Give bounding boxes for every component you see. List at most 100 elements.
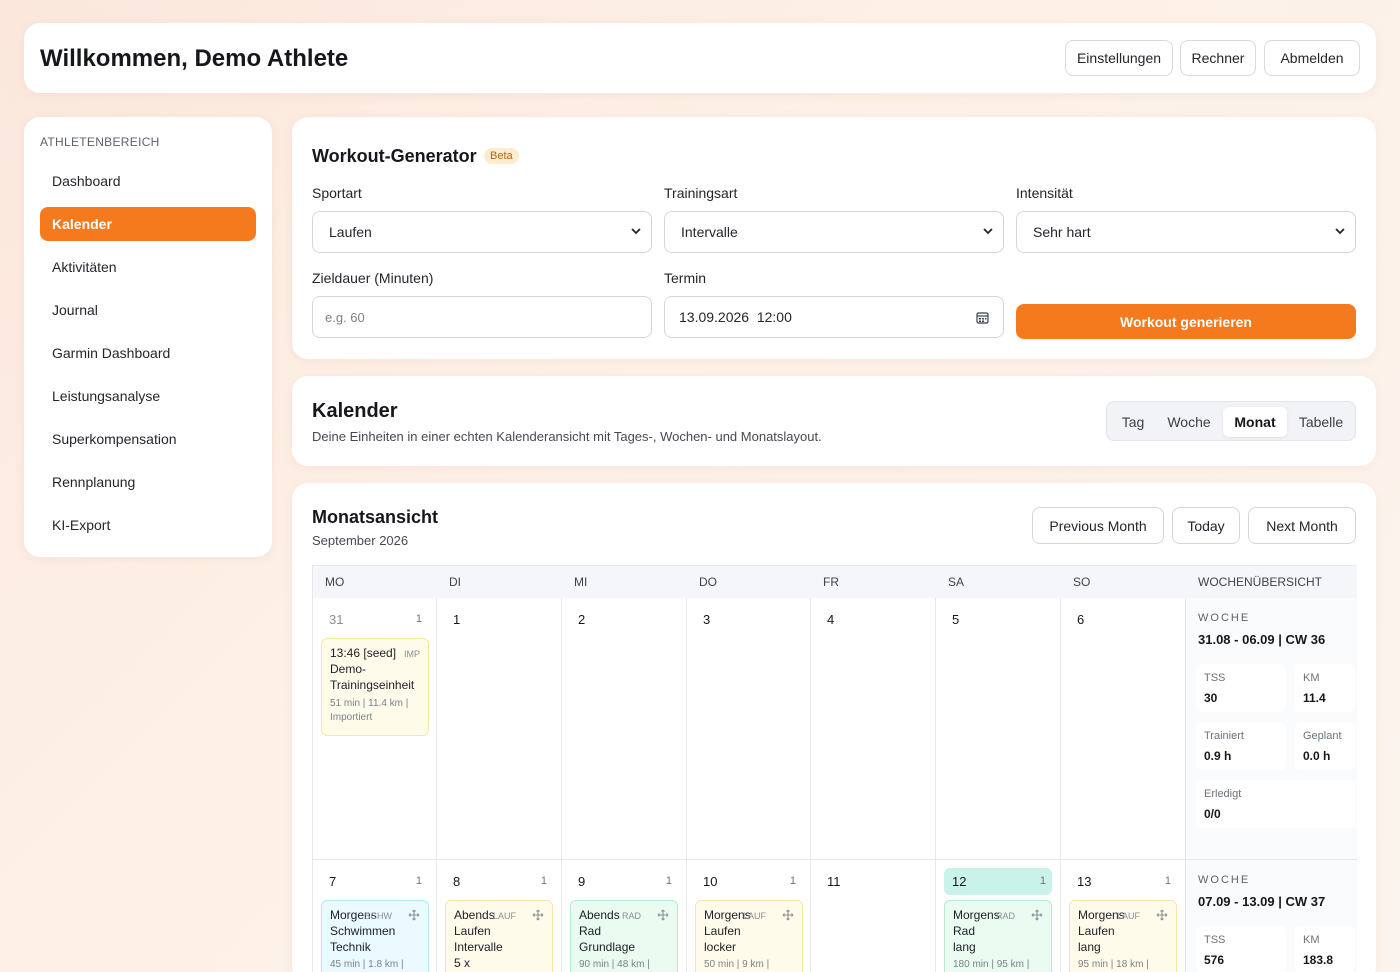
calendar-event[interactable]: Morgens SCHW Schwimmen Technik 45 min | … <box>321 900 429 972</box>
day-cell[interactable]: 9 1 Abends RAD Rad Grundlage 90 min | 48… <box>562 860 687 972</box>
calendar-icon[interactable] <box>976 311 989 324</box>
day-number: 1 <box>453 612 461 627</box>
day-cell[interactable]: 5 <box>936 598 1061 860</box>
event-tag: RAD <box>995 911 1015 921</box>
month-title: Monatsansicht <box>312 507 439 527</box>
week-label: WOCHE <box>1198 874 1251 886</box>
sidebar-item-ki-export[interactable]: KI-Export <box>40 508 256 542</box>
zieldauer-input[interactable]: e.g. 60 <box>312 296 652 338</box>
calendar-event[interactable]: Morgens LAUF Laufen locker 50 min | 9 km… <box>695 900 803 972</box>
month-grid: MO DI MI DO FR SA SO WOCHENÜBERSICHT 31 … <box>312 565 1357 972</box>
chevron-down-icon <box>631 228 641 235</box>
event-sport: Laufen <box>704 924 741 938</box>
stat-label: Erledigt <box>1204 788 1242 800</box>
stat-value: 0/0 <box>1204 807 1221 821</box>
day-count: 1 <box>415 613 422 625</box>
tab-tag[interactable]: Tag <box>1113 407 1153 437</box>
day-header-fr: FR <box>811 566 936 598</box>
event-sport: Schwimmen <box>330 924 396 938</box>
sportart-select[interactable]: Laufen <box>312 211 652 253</box>
calendar-event[interactable]: Morgens LAUF Laufen lang 95 min | 18 km … <box>1069 900 1177 972</box>
day-number: 12 <box>952 874 967 889</box>
event-type: Grundlage <box>579 940 636 954</box>
day-cell[interactable]: 4 <box>811 598 936 860</box>
intensitaet-select[interactable]: Sehr hart <box>1016 211 1356 253</box>
move-icon[interactable] <box>408 909 420 921</box>
sidebar-item-aktivitaeten[interactable]: Aktivitäten <box>40 250 256 284</box>
settings-button[interactable]: Einstellungen <box>1065 40 1173 76</box>
event-name: Demo-Trainingseinheit <box>330 662 415 692</box>
move-icon[interactable] <box>657 909 669 921</box>
sidebar-item-rennplanung[interactable]: Rennplanung <box>40 465 256 499</box>
day-count: 1 <box>789 875 796 887</box>
day-cell[interactable]: 6 <box>1061 598 1186 860</box>
sidebar-item-dashboard[interactable]: Dashboard <box>40 164 256 198</box>
stat-km: KM 183.8 <box>1295 926 1355 972</box>
sidebar-item-kalender[interactable]: Kalender <box>40 207 256 241</box>
tab-tabelle[interactable]: Tabelle <box>1291 407 1351 437</box>
calendar-event[interactable]: 13:46 [seed] IMP Demo-Trainingseinheit 5… <box>321 638 429 736</box>
day-number: 13 <box>1077 874 1092 889</box>
stat-value: 576 <box>1204 953 1225 967</box>
day-cell[interactable]: 8 1 Abends LAUF Laufen Intervalle 5 x <box>437 860 562 972</box>
day-cell[interactable]: 1 <box>437 598 562 860</box>
sidebar-item-journal[interactable]: Journal <box>40 293 256 327</box>
stat-value: 30 <box>1204 691 1218 705</box>
day-cell[interactable]: 3 <box>687 598 811 860</box>
event-meta: 50 min | 9 km | <box>704 959 770 970</box>
event-sport: Rad <box>579 924 602 938</box>
stat-tss: TSS 576 <box>1196 926 1286 972</box>
day-cell[interactable]: 11 <box>811 860 936 972</box>
move-icon[interactable] <box>1156 909 1168 921</box>
day-cell[interactable]: 31 1 13:46 [seed] IMP Demo-Trainingseinh… <box>313 598 437 860</box>
day-count: 1 <box>1164 875 1171 887</box>
day-number: 10 <box>703 874 718 889</box>
termin-value: 13.09.2026 12:00 <box>679 309 792 325</box>
termin-input[interactable]: 13.09.2026 12:00 <box>664 296 1004 338</box>
tab-monat[interactable]: Monat <box>1223 407 1287 437</box>
move-icon[interactable] <box>782 909 794 921</box>
event-tag: LAUF <box>492 911 516 921</box>
today-button[interactable]: Today <box>1172 507 1240 544</box>
day-header-di: DI <box>437 566 562 598</box>
generator-title: Workout-Generator <box>312 146 477 166</box>
day-header-sa: SA <box>936 566 1061 598</box>
event-type: Technik <box>330 940 371 954</box>
event-type: locker <box>704 940 737 954</box>
move-icon[interactable] <box>532 909 544 921</box>
calendar-event[interactable]: Morgens RAD Rad lang 180 min | 95 km | <box>944 900 1052 972</box>
day-cell[interactable]: 10 1 Morgens LAUF Laufen locker 50 min |… <box>687 860 811 972</box>
calendar-event[interactable]: Abends LAUF Laufen Intervalle 5 x <box>445 900 553 972</box>
sidebar-item-garmin-dashboard[interactable]: Garmin Dashboard <box>40 336 256 370</box>
day-number: 8 <box>453 874 461 889</box>
day-cell[interactable]: 2 <box>562 598 687 860</box>
move-icon[interactable] <box>1031 909 1043 921</box>
sidebar-item-superkompensation[interactable]: Superkompensation <box>40 422 256 456</box>
day-cell[interactable]: 7 1 Morgens SCHW Schwimmen Technik 45 mi… <box>313 860 437 972</box>
calendar-event[interactable]: Abends RAD Rad Grundlage 90 min | 48 km … <box>570 900 678 972</box>
stat-tss: TSS 30 <box>1196 664 1286 712</box>
sidebar-item-leistungsanalyse[interactable]: Leistungsanalyse <box>40 379 256 413</box>
week-range: 31.08 - 06.09 | CW 36 <box>1198 632 1326 647</box>
intensitaet-value: Sehr hart <box>1033 224 1091 240</box>
sportart-value: Laufen <box>329 224 372 240</box>
day-cell[interactable]: 13 1 Morgens LAUF Laufen lang 95 min | 1… <box>1061 860 1186 972</box>
day-cell-today[interactable]: 12 1 Morgens RAD Rad lang 180 min | 95 k… <box>936 860 1061 972</box>
tab-woche[interactable]: Woche <box>1159 407 1219 437</box>
previous-month-button[interactable]: Previous Month <box>1032 507 1164 544</box>
event-type: lang <box>1078 940 1101 954</box>
calculator-button[interactable]: Rechner <box>1180 40 1256 76</box>
sportart-label: Sportart <box>312 185 362 201</box>
logout-button[interactable]: Abmelden <box>1264 40 1360 76</box>
next-month-button[interactable]: Next Month <box>1248 507 1356 544</box>
event-tag: LAUF <box>1116 911 1140 921</box>
stat-label: TSS <box>1204 672 1226 684</box>
event-sport: Laufen <box>454 924 491 938</box>
trainingsart-value: Intervalle <box>681 224 738 240</box>
day-number: 31 <box>329 612 344 627</box>
stat-label: TSS <box>1204 934 1226 946</box>
day-number: 7 <box>329 874 337 889</box>
generate-workout-button[interactable]: Workout generieren <box>1016 304 1356 339</box>
trainingsart-select[interactable]: Intervalle <box>664 211 1004 253</box>
event-type: Intervalle <box>454 940 503 954</box>
